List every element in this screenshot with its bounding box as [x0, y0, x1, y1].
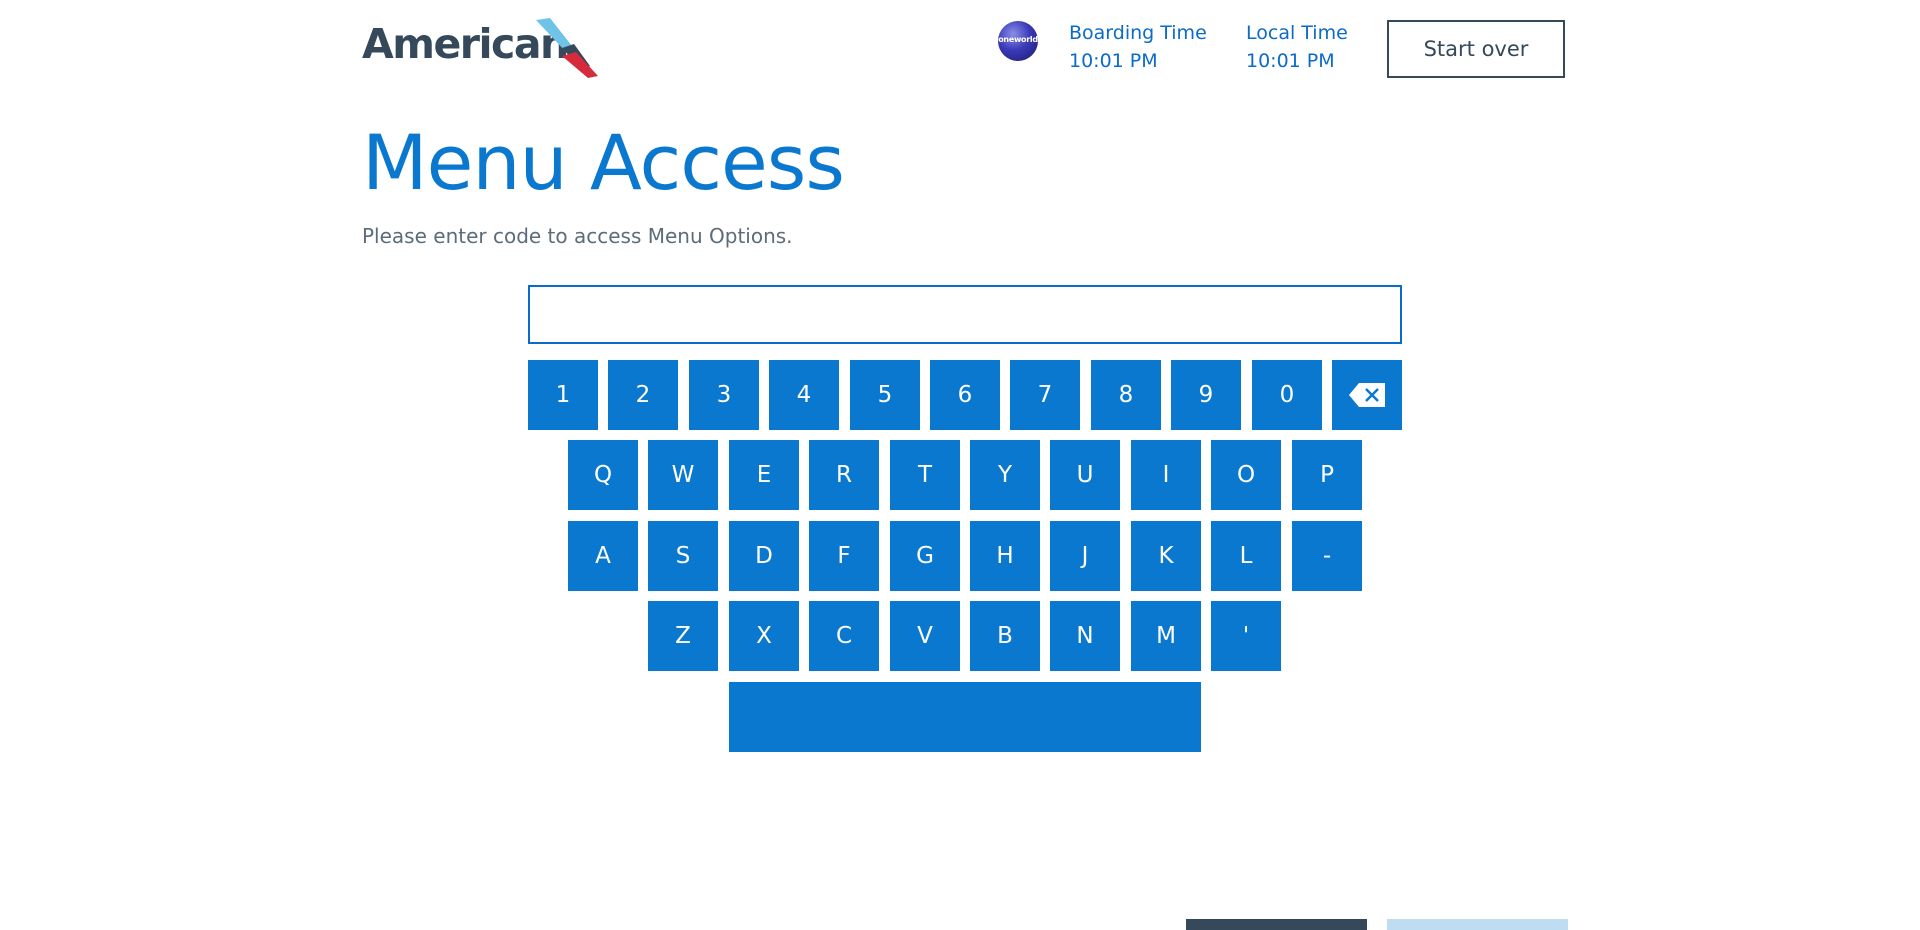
start-over-button[interactable]: Start over — [1387, 20, 1565, 78]
key-2[interactable]: 2 — [608, 360, 678, 430]
key-8[interactable]: 8 — [1091, 360, 1161, 430]
boarding-time-value: 10:01 PM — [1069, 50, 1158, 72]
local-time-value: 10:01 PM — [1246, 50, 1335, 72]
key-h[interactable]: H — [970, 521, 1040, 591]
key-4[interactable]: 4 — [769, 360, 839, 430]
key-i[interactable]: I — [1131, 440, 1201, 510]
key-5[interactable]: 5 — [850, 360, 920, 430]
key-n[interactable]: N — [1050, 601, 1120, 671]
page-subtitle: Please enter code to access Menu Options… — [362, 224, 793, 248]
back-button[interactable] — [1186, 919, 1367, 930]
key-t[interactable]: T — [890, 440, 960, 510]
key-r[interactable]: R — [809, 440, 879, 510]
key-l[interactable]: L — [1211, 521, 1281, 591]
backspace-key[interactable] — [1332, 360, 1402, 430]
key-k[interactable]: K — [1131, 521, 1201, 591]
key-c[interactable]: C — [809, 601, 879, 671]
local-time-label: Local Time — [1246, 22, 1348, 44]
key-0[interactable]: 0 — [1252, 360, 1322, 430]
key-s[interactable]: S — [648, 521, 718, 591]
oneworld-logo: oneworld — [998, 21, 1038, 61]
key-3[interactable]: 3 — [689, 360, 759, 430]
key-a[interactable]: A — [568, 521, 638, 591]
key-e[interactable]: E — [729, 440, 799, 510]
page-title: Menu Access — [362, 118, 845, 207]
key-g[interactable]: G — [890, 521, 960, 591]
key-x[interactable]: X — [729, 601, 799, 671]
key-u[interactable]: U — [1050, 440, 1120, 510]
key-b[interactable]: B — [970, 601, 1040, 671]
key-q[interactable]: Q — [568, 440, 638, 510]
code-input[interactable] — [528, 285, 1402, 344]
key-w[interactable]: W — [648, 440, 718, 510]
boarding-time-label: Boarding Time — [1069, 22, 1207, 44]
key-v[interactable]: V — [890, 601, 960, 671]
key-apostrophe[interactable]: ' — [1211, 601, 1281, 671]
key-f[interactable]: F — [809, 521, 879, 591]
key-d[interactable]: D — [729, 521, 799, 591]
key-j[interactable]: J — [1050, 521, 1120, 591]
key-hyphen[interactable]: - — [1292, 521, 1362, 591]
continue-button[interactable] — [1387, 919, 1568, 930]
key-o[interactable]: O — [1211, 440, 1281, 510]
key-7[interactable]: 7 — [1010, 360, 1080, 430]
key-9[interactable]: 9 — [1171, 360, 1241, 430]
key-1[interactable]: 1 — [528, 360, 598, 430]
oneworld-text: oneworld — [998, 35, 1038, 44]
space-key[interactable] — [729, 682, 1201, 752]
key-z[interactable]: Z — [648, 601, 718, 671]
key-m[interactable]: M — [1131, 601, 1201, 671]
key-y[interactable]: Y — [970, 440, 1040, 510]
key-p[interactable]: P — [1292, 440, 1362, 510]
key-6[interactable]: 6 — [930, 360, 1000, 430]
flight-symbol-icon — [536, 18, 598, 78]
backspace-icon — [1349, 383, 1385, 407]
